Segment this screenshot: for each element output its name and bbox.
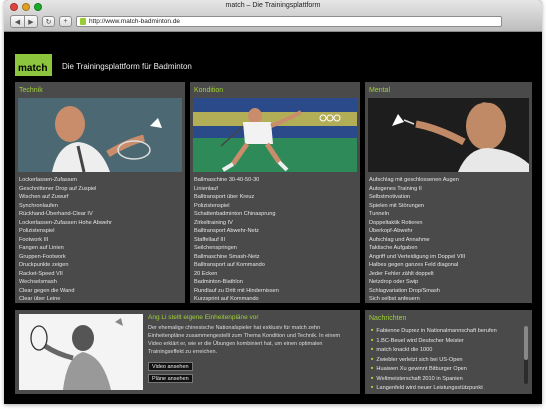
web-page: match Die Trainingsplattform für Badmint… — [4, 32, 542, 404]
add-bookmark-button[interactable]: + — [59, 16, 72, 27]
kondition-exercise-list: Ballmaschine 30-40-50-30 Linienlauf Ball… — [194, 176, 279, 304]
section-kondition: Kondition Ballmaschine 30-40-50-30 Linie… — [190, 82, 360, 303]
match-logo[interactable]: match — [15, 54, 52, 76]
list-item[interactable]: Schlagvariation Drop/Smash — [369, 287, 465, 296]
news-item[interactable]: Zwiebler verletzt sich bei US-Open — [371, 355, 497, 365]
technik-player-photo[interactable] — [18, 98, 182, 172]
list-item[interactable]: Angriff und Verteidigung im Doppel VIII — [369, 253, 465, 262]
scrollbar-thumb[interactable] — [524, 326, 528, 360]
list-item[interactable]: Netzdrop oder Swip — [369, 278, 465, 287]
list-item[interactable]: Balltransport über Kreuz — [194, 193, 279, 202]
back-arrow-icon: ◀ — [14, 18, 21, 26]
list-item[interactable]: Halbes gegen ganzes Feld diagonal — [369, 261, 465, 270]
list-item[interactable]: Sich selbst anfeuern — [369, 295, 465, 304]
list-item[interactable]: Balltransport auf Kommando — [194, 261, 279, 270]
news-item[interactable]: Fabienne Duprez in Nationalmannschaft be… — [371, 326, 496, 336]
list-item[interactable]: Synchronlaufen — [19, 202, 112, 211]
section-technik: Technik Lockerlassen-Zufassen Geschnitte… — [15, 82, 185, 303]
list-item[interactable]: Clear über Leine — [19, 295, 112, 304]
mental-player-photo[interactable] — [368, 98, 529, 172]
list-item[interactable]: Druckpunkte zeigen — [19, 261, 112, 270]
reload-icon: ↻ — [45, 18, 52, 26]
list-item[interactable]: Schattenbadminton Chinasprung — [194, 210, 279, 219]
news-title[interactable]: Nachrichten — [365, 310, 532, 326]
list-item[interactable]: Zirkeltraining IV — [194, 219, 279, 228]
news-panel: Nachrichten Fabienne Duprez in Nationalm… — [365, 310, 532, 394]
news-item[interactable]: match knackt die 1000 — [371, 345, 497, 355]
list-item[interactable]: Wechselsmash — [19, 278, 112, 287]
list-item[interactable]: Aufschlag mit geschlossenen Augen — [369, 176, 465, 185]
list-item[interactable]: Clear gegen die Wand — [19, 287, 112, 296]
feature-title[interactable]: Ang Li stellt eigene Einheitenpläne vor — [148, 314, 259, 321]
list-item[interactable]: Selbstmotivation — [369, 193, 465, 202]
list-item[interactable]: Rückhand-Überhand-Clear IV — [19, 210, 112, 219]
mental-exercise-list: Aufschlag mit geschlossenen Augen Autoge… — [369, 176, 465, 304]
list-item[interactable]: Rundlauf zu Dritt mit Hindernissen — [194, 287, 279, 296]
list-item[interactable]: Polizistenspiel — [19, 227, 112, 236]
news-item[interactable]: 1.BC-Beuel wird Deutscher Meister — [371, 336, 497, 346]
list-item[interactable]: Badminton-Biathlon — [194, 278, 279, 287]
view-plans-button[interactable]: Pläne ansehen — [148, 374, 193, 383]
list-item[interactable]: Überkopf-Abwehr — [369, 227, 465, 236]
section-title[interactable]: Technik — [15, 82, 185, 98]
list-item[interactable]: Geschnittener Drop auf Zuspiel — [19, 185, 112, 194]
browser-window: match – Die Trainingsplattform ◀ ▶ ↻ + h… — [4, 0, 542, 404]
list-item[interactable]: Autogenes Training II — [369, 185, 465, 194]
list-item[interactable]: Wischen auf Zuwurf — [19, 193, 112, 202]
technik-exercise-list: Lockerlassen-Zufassen Geschnittener Drop… — [19, 176, 112, 304]
section-mental: Mental Aufschlag mit geschlossenen Augen… — [365, 82, 532, 303]
news-item[interactable]: Langenfeld wird neuer Leistungsstützpunk… — [371, 383, 497, 393]
site-tagline: Die Trainingsplattform für Badminton — [62, 62, 192, 71]
plus-icon: + — [63, 18, 68, 25]
news-item[interactable]: Huaiwen Xu gewinnt Bitburger Open — [371, 364, 497, 374]
url-text: http://www.match-badminton.de — [89, 18, 181, 25]
list-item[interactable]: Footwork III — [19, 236, 112, 245]
list-item[interactable]: Polizistenspiel — [194, 202, 279, 211]
list-item[interactable]: 20 Ecken — [194, 270, 279, 279]
list-item[interactable]: Balltransport Abwehr-Netz — [194, 227, 279, 236]
list-item[interactable]: Kurzsprint auf Kommando — [194, 295, 279, 304]
site-favicon-icon — [80, 18, 86, 25]
title-bar: match – Die Trainingsplattform ◀ ▶ ↻ + h… — [4, 0, 542, 32]
nav-buttons: ◀ ▶ — [10, 15, 38, 28]
reload-button[interactable]: ↻ — [42, 16, 55, 27]
section-title[interactable]: Mental — [365, 82, 532, 98]
list-item[interactable]: Doppeltaktik Rotieren — [369, 219, 465, 228]
list-item[interactable]: Fangen auf Linien — [19, 244, 112, 253]
list-item[interactable]: Ballmaschine 30-40-50-30 — [194, 176, 279, 185]
news-item[interactable]: Weltmeisterschaft 2010 in Spanien — [371, 374, 497, 384]
news-scrollbar[interactable] — [524, 326, 528, 384]
back-button[interactable]: ◀ — [11, 16, 24, 27]
news-list: Fabienne Duprez in Nationalmannschaft be… — [371, 326, 497, 393]
list-item[interactable]: Racket-Speed VII — [19, 270, 112, 279]
feature-player-photo[interactable] — [19, 314, 143, 390]
list-item[interactable]: Taktische Aufgaben — [369, 244, 465, 253]
feature-panel: Ang Li stellt eigene Einheitenpläne vor … — [15, 310, 360, 394]
list-item[interactable]: Seilchenspringen — [194, 244, 279, 253]
list-item[interactable]: Lockerlassen-Zufassen Hohe Abwehr — [19, 219, 112, 228]
list-item[interactable]: Aufschlag und Annahme — [369, 236, 465, 245]
list-item[interactable]: Tunneln — [369, 210, 465, 219]
window-title: match – Die Trainingsplattform — [225, 2, 321, 9]
forward-button[interactable]: ▶ — [24, 16, 37, 27]
list-item[interactable]: Linienlauf — [194, 185, 279, 194]
list-item[interactable]: Gruppen-Footwork — [19, 253, 112, 262]
browser-toolbar: ◀ ▶ ↻ + http://www.match-badminton.de — [10, 15, 536, 28]
watch-video-button[interactable]: Video ansehen — [148, 362, 193, 371]
list-item[interactable]: Jeder Fehler zählt doppelt — [369, 270, 465, 279]
list-item[interactable]: Spielen mit Störungen — [369, 202, 465, 211]
forward-arrow-icon: ▶ — [28, 18, 34, 26]
list-item[interactable]: Lockerlassen-Zufassen — [19, 176, 112, 185]
address-bar[interactable]: http://www.match-badminton.de — [76, 16, 502, 27]
section-title[interactable]: Kondition — [190, 82, 360, 98]
list-item[interactable]: Ballmaschine Smash-Netz — [194, 253, 279, 262]
list-item[interactable]: Staffellauf III — [194, 236, 279, 245]
feature-description: Der ehemalige chinesische Nationalspiele… — [148, 325, 341, 355]
kondition-player-photo[interactable] — [193, 98, 357, 172]
